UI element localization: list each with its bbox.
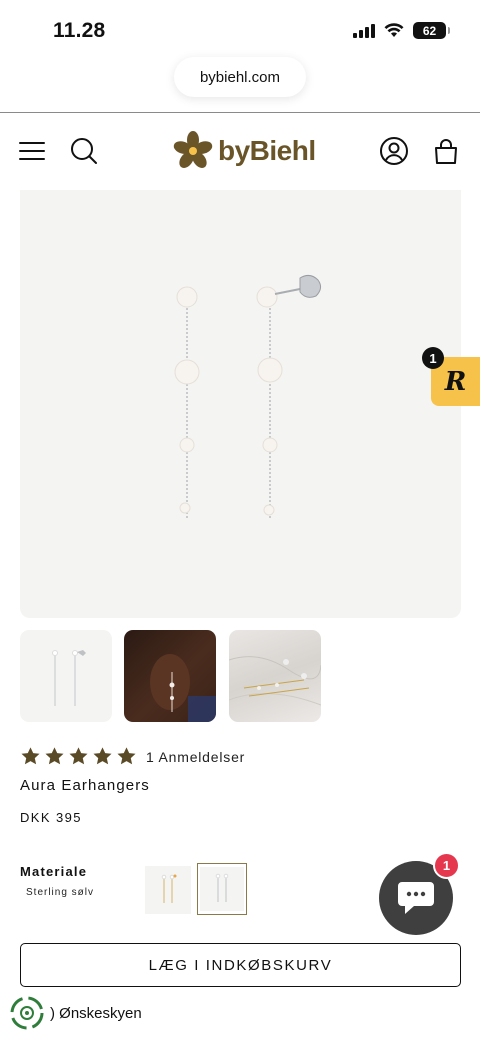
thumbnail-product-photo[interactable]: [20, 630, 112, 722]
chat-unread-badge: 1: [433, 852, 460, 879]
product-rating[interactable]: 1 Anmeldelser: [20, 746, 245, 767]
flower-logo-icon: [173, 131, 213, 168]
chat-bubble-icon: [398, 882, 434, 914]
silver-swatch-inner: [200, 867, 244, 911]
wishlist-label-text: Ønskeskyen: [59, 1004, 142, 1022]
reviews-count-badge: 1: [422, 347, 444, 369]
thumbnail-marble-image: [229, 656, 321, 706]
account-icon[interactable]: [378, 135, 410, 167]
status-bar: 11.28 62: [0, 0, 480, 56]
site-logo[interactable]: byBiehl: [172, 129, 316, 173]
material-selected-value: Sterling sølv: [26, 887, 95, 898]
menu-icon[interactable]: [16, 135, 48, 167]
status-icons: 62: [353, 22, 450, 39]
signal-icon: [353, 23, 375, 38]
material-swatch-silver[interactable]: [197, 863, 247, 915]
product-title: Aura Earhangers: [20, 777, 150, 794]
url-text: bybiehl.com: [199, 68, 281, 86]
star-icon: [69, 747, 88, 765]
wifi-icon: [384, 23, 404, 37]
site-header: byBiehl: [0, 113, 480, 189]
status-time: 11.28: [53, 19, 106, 42]
logo-text: byBiehl: [218, 135, 316, 166]
search-icon[interactable]: [68, 135, 100, 167]
battery-icon: 62: [413, 22, 450, 39]
product-main-image[interactable]: [20, 190, 461, 618]
gold-earring-swatch-image: [161, 874, 177, 903]
thumbnail-marble-photo[interactable]: [229, 630, 321, 722]
star-icon: [93, 747, 112, 765]
star-icon: [21, 747, 40, 765]
thumbnail-earrings-image: [52, 650, 86, 706]
wishlist-link[interactable]: ) Ønskeskyen: [10, 996, 142, 1030]
thumbnail-model-photo[interactable]: [124, 630, 216, 722]
product-price: DKK 395: [20, 810, 82, 825]
reviews-widget[interactable]: R 1: [422, 347, 480, 406]
wishlist-label: ) Ønskeskyen: [50, 1004, 142, 1022]
url-bar[interactable]: bybiehl.com: [174, 57, 306, 97]
star-icon: [45, 747, 64, 765]
silver-earring-swatch-image: [215, 873, 229, 902]
material-label: Materiale: [20, 864, 88, 879]
material-swatch-gold[interactable]: [145, 866, 191, 914]
reviews-logo-icon: R: [444, 366, 467, 397]
thumbnail-model-image: [150, 654, 216, 722]
reviews-count-text[interactable]: 1 Anmeldelser: [146, 749, 245, 765]
battery-level: 62: [422, 23, 437, 38]
cart-icon[interactable]: [430, 135, 462, 167]
earrings-illustration: [174, 274, 322, 518]
add-to-cart-button[interactable]: LÆG I INDKØBSKURV: [20, 943, 461, 987]
star-icon: [117, 747, 136, 765]
recycle-icon: [10, 996, 44, 1030]
